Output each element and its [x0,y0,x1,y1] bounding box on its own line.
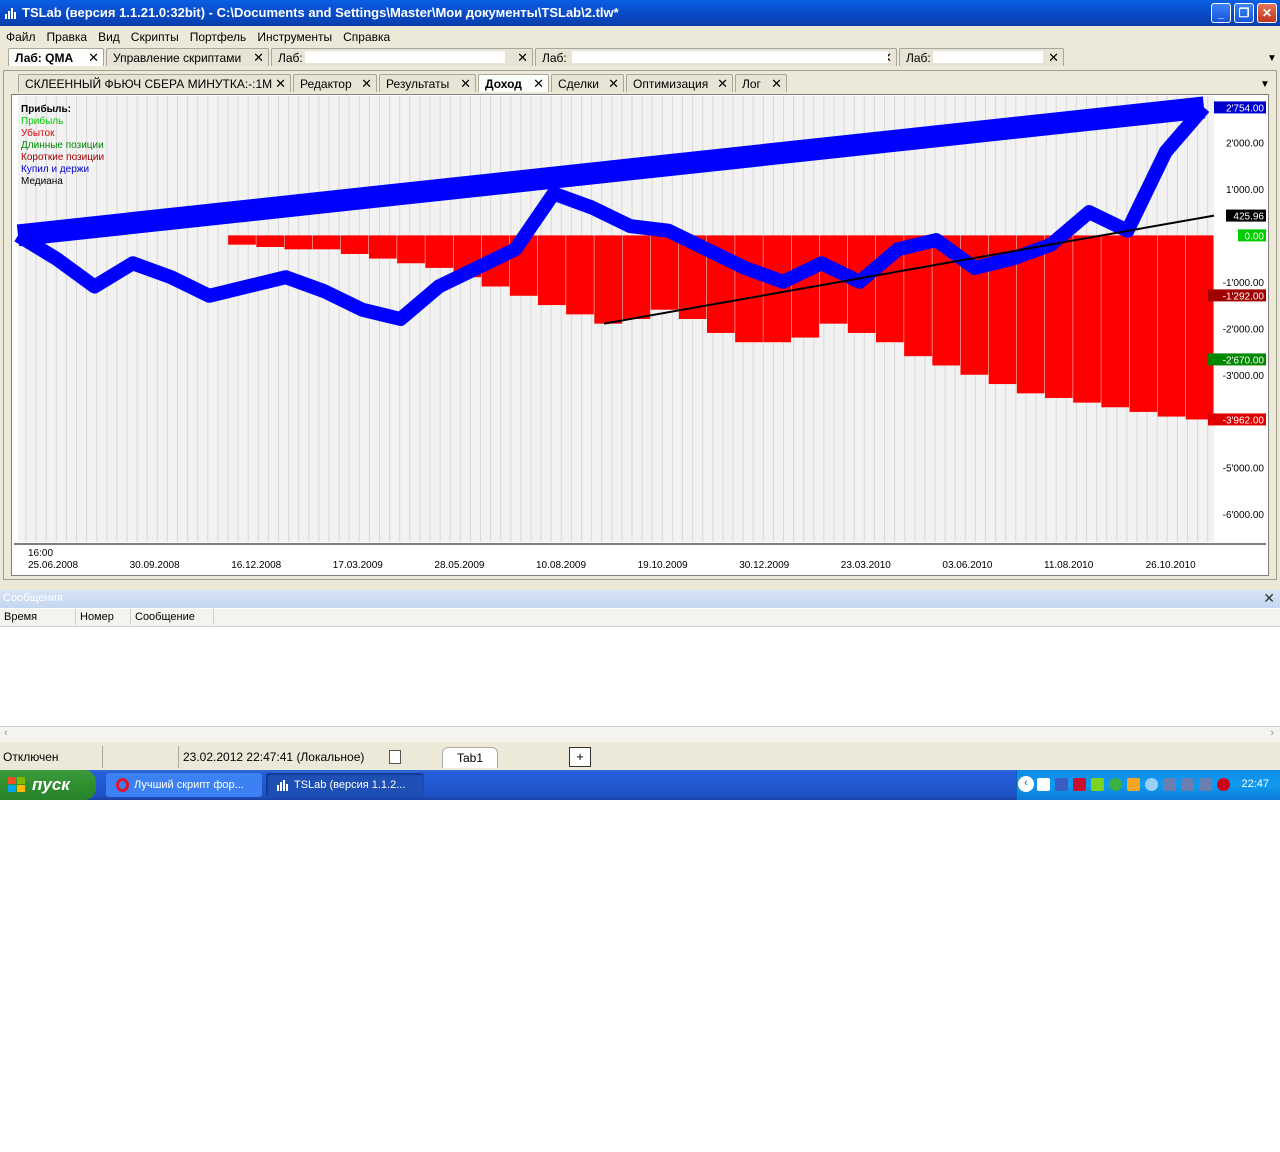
value-marker-label: -3'962.00 [1223,415,1265,426]
network-disconnected-icon[interactable] [1181,778,1194,791]
taskbar-item-opera[interactable]: Лучший скрипт фор... [106,773,262,797]
loss-bar [1129,235,1158,412]
opera-icon [116,778,129,792]
loss-bar [622,235,651,319]
legend-item-short: Короткие позиции [21,152,105,163]
update-icon[interactable] [1109,778,1122,791]
windows-logo-icon [8,777,25,792]
messages-panel: Сообщения ✕ Время Номер Сообщение [0,590,1280,742]
loss-bar [284,235,313,250]
x-tick-label: 03.06.2010 [942,560,992,571]
y-tick-label: 2'000.00 [1226,138,1264,149]
x-tick-label: 30.09.2008 [130,560,180,571]
legend-item-profit: Прибыль [21,116,64,127]
loss-bar [735,235,763,343]
add-tab-button[interactable]: + [569,747,591,767]
divider [102,746,103,768]
value-marker-label: 425.96 [1233,212,1264,223]
legend-item-buy-hold: Купил и держи [21,164,90,175]
taskbar-item-tslab[interactable]: TSLab (версия 1.1.2... [266,773,424,797]
loss-bar [1185,235,1214,420]
network-disconnected-icon[interactable] [1163,778,1176,791]
x-tick-label: 25.06.2008 [28,560,78,571]
loss-bar [369,235,397,259]
x-tick-label: 28.05.2009 [434,560,484,571]
x-tick-label: 30.12.2009 [739,560,789,571]
messages-header: Сообщения ✕ [0,590,1280,608]
x-tick-label: 10.08.2009 [536,560,586,571]
value-marker-label: -2'670.00 [1223,355,1265,366]
chart-tray-icon[interactable] [1127,778,1140,791]
scroll-left-icon[interactable]: ‹ [4,727,8,739]
scroll-right-icon[interactable]: › [1270,727,1274,739]
y-tick-label: 1'000.00 [1226,185,1264,196]
value-marker-label: -1'292.00 [1223,291,1265,302]
x-tick-label: 11.08.2010 [1044,560,1094,571]
loss-bar [397,235,425,264]
loss-bar [566,235,594,315]
start-button[interactable]: пуск [0,770,96,800]
messages-columns: Время Номер Сообщение [0,609,1280,627]
column-time[interactable]: Время [0,609,76,625]
status-datetime: 23.02.2012 22:47:41 (Локальное) [183,750,365,764]
messages-hscrollbar[interactable]: ‹ › [0,726,1280,742]
tslab-app-icon [277,780,288,791]
shield-icon[interactable] [1091,778,1104,791]
globe-icon[interactable] [1145,778,1158,791]
value-marker-label: 0.00 [1245,231,1265,242]
loss-bar [538,235,566,306]
divider [178,746,179,768]
opera-tray-icon[interactable] [1073,778,1086,791]
loss-bar [1157,235,1186,417]
loss-bar [312,235,341,250]
x-tick-label: 19.10.2009 [638,560,688,571]
tray-expand-icon[interactable]: ‹ [1018,776,1034,792]
status-bar: Отключен 23.02.2012 22:47:41 (Локальное)… [0,744,1280,770]
x-tick-label: 26.10.2010 [1146,560,1196,571]
loss-bar [1073,235,1101,403]
close-messages-icon[interactable]: ✕ [1263,590,1275,607]
messages-title: Сообщения [3,592,63,604]
chart-legend: Прибыль: Прибыль Убыток Длинные позиции … [21,104,104,188]
x-time-label: 16:00 [28,548,53,559]
column-message[interactable]: Сообщение [131,609,214,625]
loss-bar [1045,235,1073,398]
y-tick-label: -3'000.00 [1223,371,1265,382]
connection-status: Отключен [3,750,59,764]
x-tick-label: 16.12.2008 [231,560,281,571]
system-tray: ‹ 22:47 [1016,770,1280,800]
start-label: пуск [32,775,70,794]
antivirus-icon[interactable] [1217,778,1230,791]
legend-item-long: Длинные позиции [21,140,104,151]
loss-bar [228,235,256,245]
loss-bar [1101,235,1129,408]
loss-bar [650,235,679,310]
taskbar: пуск Лучший скрипт фор... TSLab (версия … [0,770,1280,800]
legend-title: Прибыль: [21,104,71,115]
y-tick-label: -6'000.00 [1223,510,1265,521]
x-tick-label: 17.03.2009 [333,560,383,571]
loss-bar [340,235,369,254]
app-window: TSLab (версия 1.1.21.0:32bit) - C:\Docum… [0,0,1280,800]
taskbar-item-label: TSLab (версия 1.1.2... [294,779,406,791]
y-tick-label: -2'000.00 [1223,324,1265,335]
column-number[interactable]: Номер [76,609,131,625]
value-marker-label: 2'754.00 [1226,103,1264,114]
loss-bar [425,235,453,268]
notes-icon[interactable] [389,750,401,764]
taskbar-item-label: Лучший скрипт фор... [134,779,244,791]
y-tick-label: -1'000.00 [1223,278,1265,289]
legend-item-median: Медиана [21,176,63,187]
loss-bar [594,235,622,324]
loss-bar [256,235,284,247]
tray-clock: 22:47 [1241,778,1269,790]
network-icon[interactable] [1055,778,1068,791]
tslab-tray-icon[interactable] [1037,778,1050,791]
y-tick-label: -5'000.00 [1223,464,1265,475]
x-tick-label: 23.03.2010 [841,560,891,571]
legend-item-loss: Убыток [21,128,55,139]
network-disconnected-icon[interactable] [1199,778,1212,791]
workspace-tab[interactable]: Tab1 [442,747,498,768]
loss-bar [763,235,791,343]
